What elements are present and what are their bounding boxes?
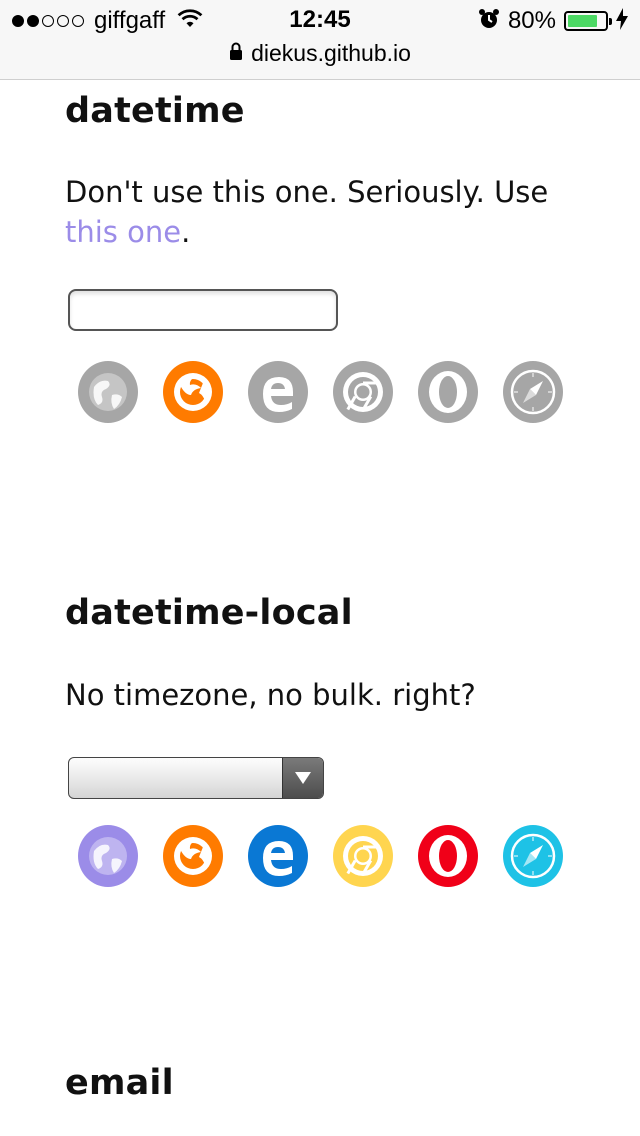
alarm-icon — [478, 8, 500, 35]
battery-level — [568, 15, 597, 27]
generic-browser-icon — [78, 825, 138, 887]
description-text: No timezone, no bulk. right? — [65, 678, 476, 712]
generic-browser-icon — [78, 361, 138, 423]
safari-browser-icon — [503, 361, 563, 423]
battery-icon — [564, 11, 612, 31]
firefox-browser-icon — [163, 825, 223, 887]
status-bar: giffgaff 12:45 80% diekus.github.io — [0, 0, 640, 80]
battery-percent: 80% — [507, 7, 556, 34]
datetime-local-select[interactable] — [68, 757, 324, 799]
datetime-input[interactable] — [68, 289, 338, 331]
this-one-link[interactable]: this one — [65, 215, 181, 249]
address-bar[interactable]: diekus.github.io — [0, 40, 640, 67]
safari-browser-icon — [503, 825, 563, 887]
description-text-start: Don't use this one. Seriously. Use — [65, 175, 549, 209]
section-description: Don't use this one. Seriously. Use this … — [65, 172, 585, 252]
section-title: datetime — [65, 91, 245, 131]
section-datetime-local: datetime-local — [65, 596, 585, 631]
chrome-browser-icon — [333, 825, 393, 887]
status-right: 80% — [478, 7, 628, 35]
section-datetime: datetime — [65, 94, 585, 129]
opera-browser-icon — [418, 825, 478, 887]
section-title: datetime-local — [65, 593, 353, 633]
description-text: Don't use this one. Seriously. Use this … — [65, 172, 585, 252]
edge-browser-icon — [248, 361, 308, 423]
browser-support-list — [78, 361, 563, 423]
section-title: email — [65, 1063, 174, 1103]
chevron-down-icon[interactable] — [282, 758, 323, 798]
section-description: No timezone, no bulk. right? — [65, 675, 585, 715]
description-text-end: . — [181, 215, 191, 249]
lock-icon — [229, 42, 243, 65]
opera-browser-icon — [418, 361, 478, 423]
url-text: diekus.github.io — [251, 40, 411, 66]
edge-browser-icon — [248, 825, 308, 887]
charging-bolt-icon — [616, 7, 628, 35]
chrome-browser-icon — [333, 361, 393, 423]
browser-support-list — [78, 825, 563, 887]
section-email: email — [65, 1066, 585, 1101]
firefox-browser-icon — [163, 361, 223, 423]
